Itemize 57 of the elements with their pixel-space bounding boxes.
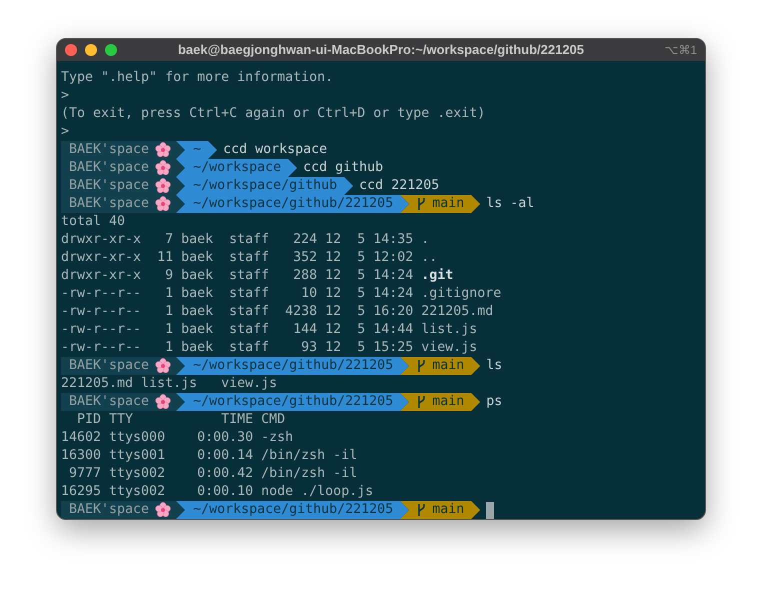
- branch-name: main: [432, 393, 464, 411]
- path-segment: ~/workspace/github/221205: [176, 357, 410, 375]
- prompt-user: BAEK'space: [69, 357, 150, 375]
- output-line: Type ".help" for more information.: [61, 70, 334, 85]
- path-segment: ~/workspace: [176, 159, 298, 177]
- path-segment: ~/workspace/github/221205: [176, 501, 410, 519]
- branch-name: main: [432, 501, 464, 519]
- command-text: ls: [486, 357, 502, 375]
- output-line: 16295 ttys002 0:00.10 node ./loop.js: [61, 484, 374, 499]
- output-line: 14602 ttys000 0:00.30 -zsh: [61, 430, 294, 445]
- output-line: 9777 ttys002 0:00.42 /bin/zsh -il: [68, 466, 358, 481]
- branch-name: main: [432, 357, 464, 375]
- output-line: 16300 ttys001 0:00.14 /bin/zsh -il: [61, 448, 358, 463]
- command-text: ls -al: [486, 195, 534, 213]
- branch-icon: [417, 503, 426, 517]
- prompt-user: BAEK'space: [69, 177, 150, 195]
- output-line: (To exit, press Ctrl+C again or Ctrl+D or type .exit): [61, 106, 486, 121]
- branch-name: main: [432, 195, 464, 213]
- flower-icon: [155, 502, 172, 518]
- window-title: baek@baegjonghwan-ui-MacBookPro:~/workspace/github/221205: [178, 41, 584, 60]
- branch-icon: [417, 197, 426, 211]
- path-segment: ~/workspace/github: [176, 177, 354, 195]
- output-line: drwxr-xr-x 7 baek staff 224 12 5 14:35 .: [61, 232, 430, 247]
- zoom-button[interactable]: [105, 44, 117, 56]
- command-text: ccd 221205: [359, 177, 440, 195]
- shortcut-label: ⌥⌘1: [664, 42, 697, 59]
- output-line: -rw-r--r-- 1 baek staff 93 12 5 15:25 view.js: [61, 340, 478, 355]
- output-line: total 40: [61, 214, 126, 229]
- output-line: >: [61, 88, 70, 103]
- branch-icon: [417, 359, 426, 373]
- command-text: ps: [486, 393, 502, 411]
- command-text: ccd github: [303, 159, 384, 177]
- prompt-user: BAEK'space: [69, 195, 150, 213]
- output-line: -rw-r--r-- 1 baek staff 4238 12 5 16:20 221205.md: [61, 304, 494, 319]
- flower-icon: [155, 142, 172, 158]
- branch-icon: [417, 395, 426, 409]
- prompt-user: BAEK'space: [69, 159, 150, 177]
- path-segment: ~/workspace/github/221205: [176, 393, 410, 411]
- close-button[interactable]: [65, 44, 77, 56]
- path-segment: ~/workspace/github/221205: [176, 195, 410, 213]
- flower-icon: [155, 160, 172, 176]
- flower-icon: [155, 178, 172, 194]
- prompt-user: BAEK'space: [69, 141, 150, 159]
- output-line: PID TTY TIME CMD: [76, 412, 286, 427]
- flower-icon: [155, 394, 172, 410]
- command-text: ccd workspace: [223, 141, 328, 159]
- prompt-user: BAEK'space: [69, 501, 150, 519]
- output-line: >: [61, 124, 70, 139]
- prompt-user: BAEK'space: [69, 393, 150, 411]
- output-line: -rw-r--r-- 1 baek staff 10 12 5 14:24 .gitignore: [61, 286, 502, 301]
- output-line: drwxr-xr-x 9 baek staff 288 12 5 14:24 .git: [61, 268, 454, 283]
- output-line: drwxr-xr-x 11 baek staff 352 12 5 12:02 ..: [61, 250, 438, 265]
- flower-icon: [155, 196, 172, 212]
- output-line: -rw-r--r-- 1 baek staff 144 12 5 14:44 list.js: [61, 322, 478, 337]
- output-line: 221205.md list.js view.js: [61, 376, 278, 391]
- minimize-button[interactable]: [85, 44, 97, 56]
- flower-icon: [155, 358, 172, 374]
